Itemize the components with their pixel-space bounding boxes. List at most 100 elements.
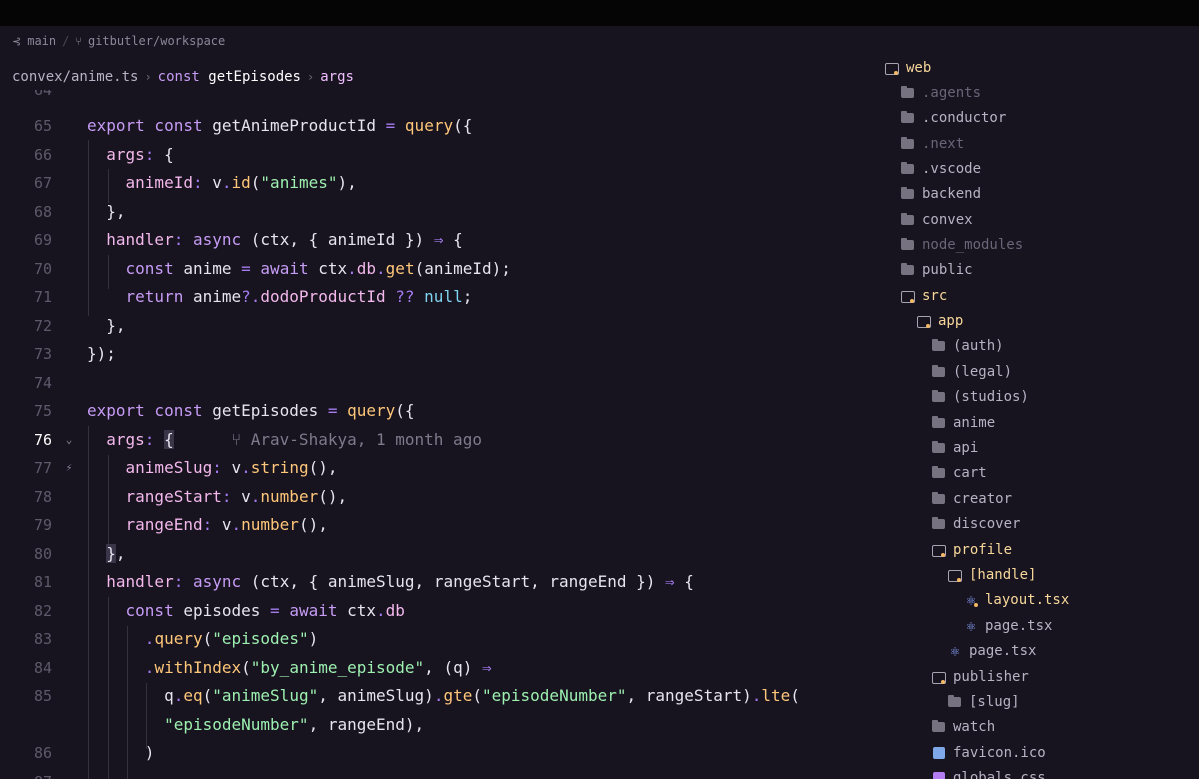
tree-item-next[interactable]: .next (900, 133, 964, 155)
tree-item-globals-css[interactable]: globals.css (931, 767, 1046, 779)
code-line[interactable]: 83 .query("episodes") (0, 625, 860, 653)
line-number: 71 (33, 288, 52, 306)
tree-item-creator[interactable]: creator (931, 488, 1012, 510)
code-editor[interactable]: 64 65 export const getAnimeProductId = qu… (0, 90, 860, 779)
folder-icon (931, 338, 947, 354)
tree-item-anime[interactable]: anime (931, 412, 995, 434)
tree-item-conductor[interactable]: .conductor (900, 107, 1006, 129)
tree-item-auth[interactable]: (auth) (931, 335, 1004, 357)
code-line[interactable]: 68 }, (0, 198, 860, 226)
code-line[interactable]: 71 return anime?.dodoProductId ?? null; (0, 283, 860, 311)
tree-item-app[interactable]: app (916, 310, 963, 332)
tree-item-legal[interactable]: (legal) (931, 361, 1012, 383)
tree-item-discover[interactable]: discover (931, 513, 1020, 535)
code-line[interactable]: 85 q.eq("animeSlug", animeSlug).gte("epi… (0, 682, 860, 710)
tree-item-backend[interactable]: backend (900, 183, 981, 205)
tree-item-label: cart (953, 465, 987, 481)
code-line[interactable]: 84 .withIndex("by_anime_episode", (q) ⇒ (0, 654, 860, 682)
breadcrumb-keyword: const (157, 69, 200, 85)
tree-item-api[interactable]: api (931, 437, 978, 459)
tree-item-label: node_modules (922, 237, 1024, 253)
tree-item-publisher[interactable]: publisher (931, 666, 1029, 688)
line-number: 74 (33, 374, 52, 392)
code-line-active[interactable]: 76 ⌄ args: { ⑂ Arav-Shakya, 1 month ago (0, 426, 860, 454)
workspace-label[interactable]: gitbutler/workspace (88, 34, 225, 48)
folder-icon (931, 465, 947, 481)
tree-item-studios[interactable]: (studios) (931, 386, 1029, 408)
code-line[interactable]: 65 export const getAnimeProductId = query… (0, 112, 860, 140)
code-line[interactable]: "episodeNumber", rangeEnd), (0, 711, 860, 739)
code-line[interactable]: 77 ⚡ animeSlug: v.string(), (0, 454, 860, 482)
inline-blame[interactable]: Arav-Shakya, 1 month ago (251, 430, 482, 449)
folder-open-icon (900, 288, 916, 304)
folder-icon (900, 237, 916, 253)
tree-item-label: creator (953, 491, 1013, 507)
tree-item-cart[interactable]: cart (931, 462, 987, 484)
folder-icon (900, 136, 916, 152)
line-number: 81 (33, 573, 52, 591)
tree-item-favicon[interactable]: favicon.ico (931, 742, 1046, 764)
tree-item-label: anime (953, 415, 996, 431)
breadcrumb-property[interactable]: args (320, 69, 354, 85)
code-line[interactable]: 80 }, (0, 540, 860, 568)
tree-item-convex[interactable]: convex (900, 209, 973, 231)
code-line[interactable]: 69 handler: async (ctx, { animeId }) ⇒ { (0, 226, 860, 254)
code-line[interactable]: 82 const episodes = await ctx.db (0, 597, 860, 625)
git-branch-icon: ⊰ (12, 34, 22, 48)
code-line[interactable]: 67 animeId: v.id("animes"), (0, 169, 860, 197)
tree-item-public[interactable]: public (900, 259, 973, 281)
css-file-icon (931, 770, 947, 779)
code-line[interactable]: 73}); (0, 340, 860, 368)
code-line[interactable]: 79 rangeEnd: v.number(), (0, 511, 860, 539)
tree-item-label: backend (922, 186, 982, 202)
tree-item-label: .conductor (922, 110, 1007, 126)
line-number: 76 (33, 431, 52, 449)
tree-item-src[interactable]: src (900, 285, 947, 307)
tree-item-slug[interactable]: [slug] (947, 691, 1020, 713)
code-line[interactable]: 72 }, (0, 312, 860, 340)
tree-item-page-tsx[interactable]: ⚛ page.tsx (963, 615, 1052, 637)
tree-item-vscode[interactable]: .vscode (900, 158, 981, 180)
tree-item-page-tsx[interactable]: ⚛ page.tsx (947, 640, 1036, 662)
line-number: 67 (33, 174, 52, 192)
tree-item-handle[interactable]: [handle] (947, 564, 1036, 586)
line-number: 84 (33, 659, 52, 677)
tree-item-label: publisher (953, 669, 1029, 685)
code-line[interactable]: 70 const anime = await ctx.db.get(animeI… (0, 255, 860, 283)
react-icon: ⚛ (950, 642, 960, 660)
code-line[interactable]: 81 handler: async (ctx, { animeSlug, ran… (0, 568, 860, 596)
line-number: 64 (33, 90, 52, 99)
lightning-icon[interactable]: ⚡ (62, 454, 76, 482)
tree-item-label: favicon.ico (953, 745, 1046, 761)
breadcrumb-file[interactable]: convex/anime.ts (12, 69, 138, 85)
line-number: 75 (33, 402, 52, 420)
code-line[interactable]: 75 export const getEpisodes = query({ (0, 397, 860, 425)
tree-item-layout-tsx[interactable]: ⚛ layout.tsx (963, 589, 1069, 611)
breadcrumb-symbol[interactable]: const getEpisodes (158, 69, 301, 85)
line-number: 86 (33, 744, 52, 762)
line-number: 65 (33, 117, 52, 135)
code-line[interactable]: 86 ) (0, 739, 860, 767)
folder-icon (931, 516, 947, 532)
folder-icon (931, 491, 947, 507)
code-line[interactable]: 74 (0, 369, 860, 397)
tree-item-label: .agents (922, 85, 982, 101)
tree-item-label: page.tsx (985, 618, 1053, 634)
folder-open-icon (947, 567, 963, 583)
branch-label[interactable]: main (27, 34, 56, 48)
tree-item-profile[interactable]: profile (931, 539, 1012, 561)
tree-item-label: convex (922, 212, 973, 228)
code-line[interactable]: 87 (0, 768, 860, 779)
code-line[interactable]: 64 (0, 90, 860, 104)
tree-item-web[interactable]: web (884, 57, 931, 79)
line-number: 77 (33, 459, 52, 477)
breadcrumb: convex/anime.ts › const getEpisodes › ar… (12, 67, 354, 87)
tree-item-node-modules[interactable]: node_modules (900, 234, 1023, 256)
tree-item-label: layout.tsx (985, 592, 1070, 608)
tree-item-agents[interactable]: .agents (900, 82, 981, 104)
tree-item-label: (studios) (953, 389, 1029, 405)
code-line[interactable]: 78 rangeStart: v.number(), (0, 483, 860, 511)
tree-item-watch[interactable]: watch (931, 716, 995, 738)
chevron-down-icon[interactable]: ⌄ (62, 426, 76, 454)
code-line[interactable]: 66 args: { (0, 141, 860, 169)
